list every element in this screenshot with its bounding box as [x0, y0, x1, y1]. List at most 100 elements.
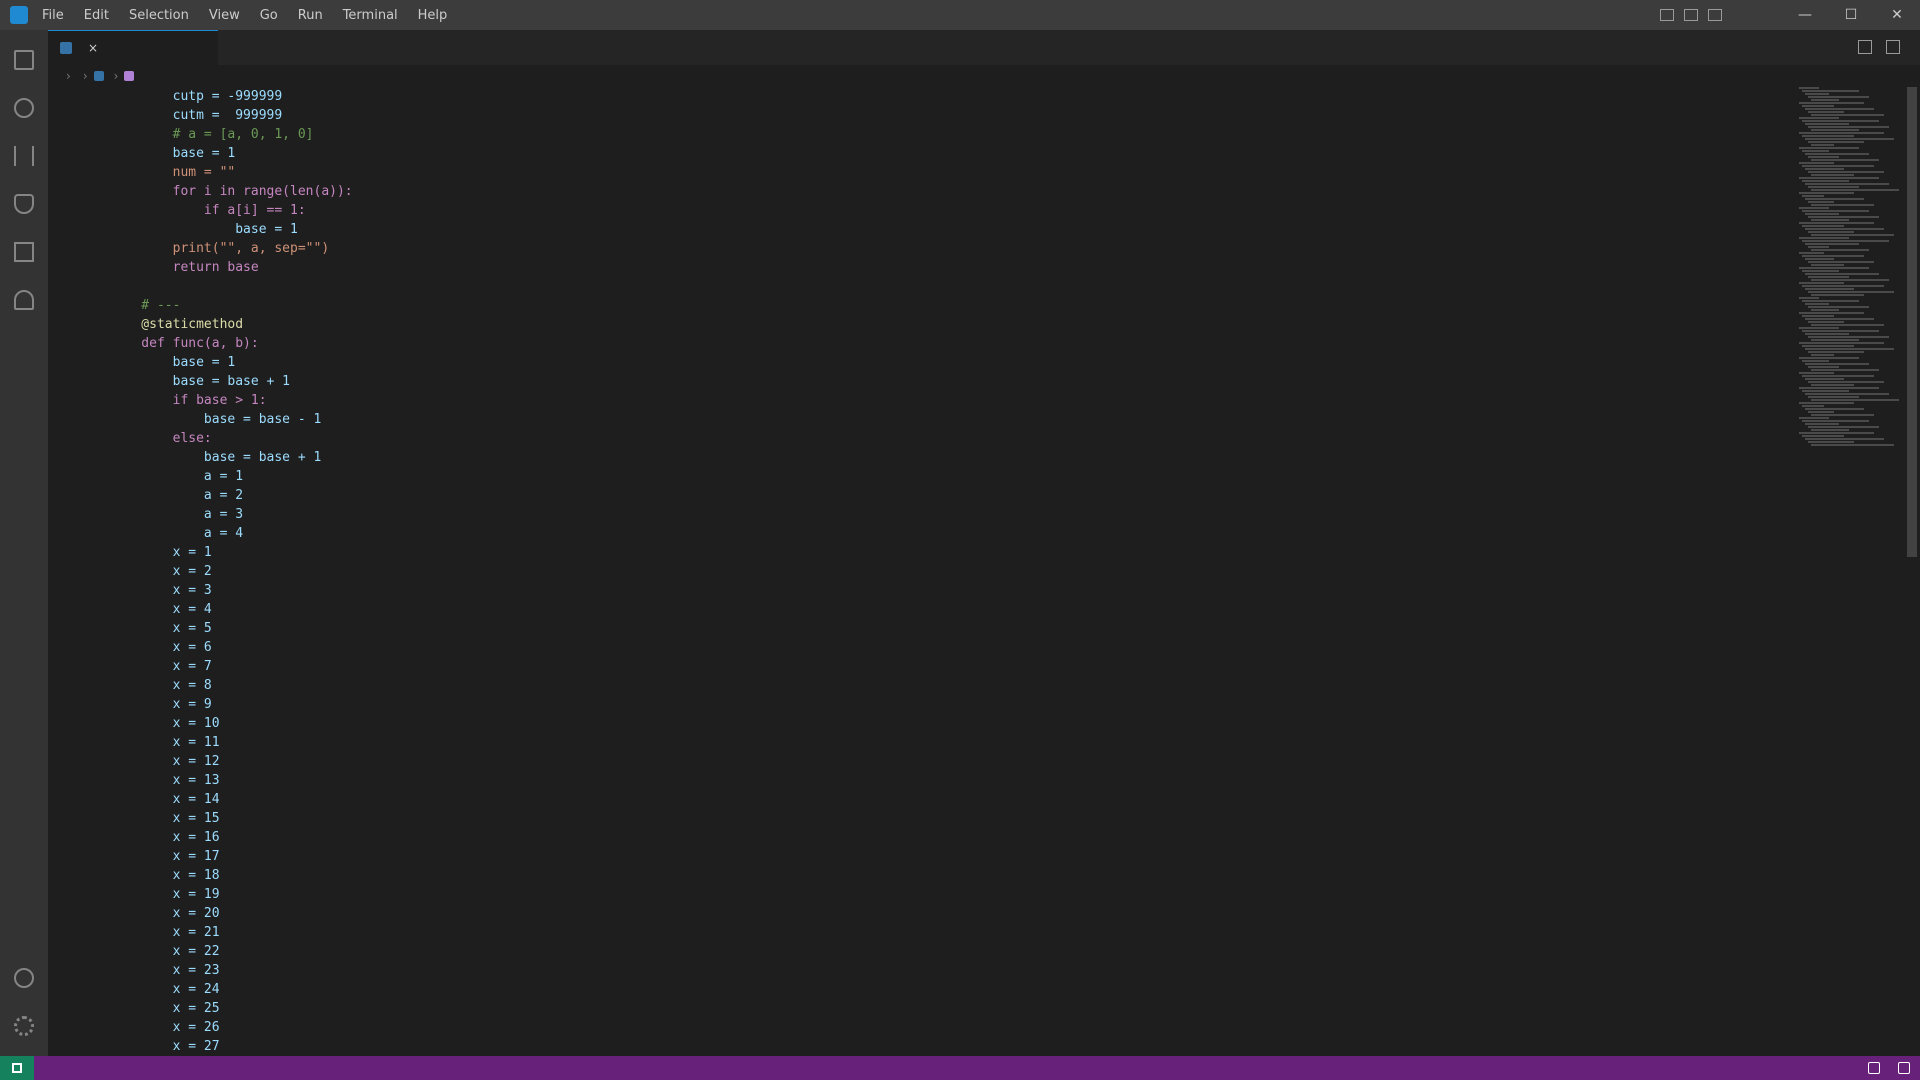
code-line[interactable]: a = 4 — [110, 524, 1790, 543]
code-line[interactable]: x = 4 — [110, 600, 1790, 619]
code-line[interactable]: x = 8 — [110, 676, 1790, 695]
menu-file[interactable]: File — [42, 8, 64, 23]
split-editor-icon[interactable] — [1858, 40, 1872, 54]
code-line[interactable]: x = 11 — [110, 733, 1790, 752]
menu-selection[interactable]: Selection — [129, 8, 189, 23]
code-line[interactable]: cutp = -999999 — [110, 87, 1790, 106]
code-line[interactable]: x = 3 — [110, 581, 1790, 600]
code-editor[interactable]: cutp = -999999 cutm = 999999 # a = [a, 0… — [110, 87, 1790, 1056]
minimap-line — [1808, 246, 1829, 248]
code-line[interactable]: a = 1 — [110, 467, 1790, 486]
toggle-panel-icon[interactable] — [1684, 9, 1698, 21]
gear-icon[interactable] — [14, 1016, 34, 1036]
menu-help[interactable]: Help — [418, 8, 448, 23]
code-line[interactable]: a = 2 — [110, 486, 1790, 505]
account-icon[interactable] — [14, 968, 34, 988]
code-line[interactable]: x = 16 — [110, 828, 1790, 847]
code-line[interactable]: else: — [110, 429, 1790, 448]
minimap-line — [1799, 252, 1824, 254]
scrollbar-thumb[interactable] — [1907, 87, 1917, 557]
code-line[interactable]: for i in range(len(a)): — [110, 182, 1790, 201]
minimap-line — [1799, 237, 1849, 239]
code-line[interactable]: x = 10 — [110, 714, 1790, 733]
menu-go[interactable]: Go — [260, 8, 278, 23]
code-line[interactable]: x = 13 — [110, 771, 1790, 790]
more-actions-icon[interactable] — [1886, 40, 1900, 54]
code-line[interactable]: x = 14 — [110, 790, 1790, 809]
menu-view[interactable]: View — [209, 8, 240, 23]
remote-explorer-icon[interactable] — [14, 290, 34, 310]
code-line[interactable]: x = 9 — [110, 695, 1790, 714]
minimap-line — [1802, 375, 1874, 377]
code-line[interactable]: x = 7 — [110, 657, 1790, 676]
function-symbol-icon — [124, 71, 135, 81]
code-line[interactable]: base = base - 1 — [110, 410, 1790, 429]
code-line[interactable]: x = 15 — [110, 809, 1790, 828]
menu-terminal[interactable]: Terminal — [343, 8, 398, 23]
tab-close-icon[interactable]: × — [88, 41, 98, 55]
code-line[interactable]: x = 6 — [110, 638, 1790, 657]
editor-scrollbar[interactable] — [1905, 87, 1919, 1056]
code-line[interactable] — [110, 277, 1790, 296]
minimap-line — [1799, 132, 1884, 134]
code-line[interactable]: base = 1 — [110, 353, 1790, 372]
extensions-icon[interactable] — [14, 242, 34, 262]
code-line[interactable]: # a = [a, 0, 1, 0] — [110, 125, 1790, 144]
code-line[interactable]: x = 25 — [110, 999, 1790, 1018]
minimap-line — [1805, 348, 1894, 350]
code-line[interactable]: base = 1 — [110, 144, 1790, 163]
code-line[interactable]: def func(a, b): — [110, 334, 1790, 353]
code-line[interactable]: x = 23 — [110, 961, 1790, 980]
code-line[interactable]: x = 5 — [110, 619, 1790, 638]
code-line[interactable]: return base — [110, 258, 1790, 277]
code-line[interactable]: x = 2 — [110, 562, 1790, 581]
minimap-line — [1811, 399, 1899, 401]
minimap[interactable] — [1795, 87, 1905, 1056]
minimap-line — [1805, 333, 1849, 335]
menu-run[interactable]: Run — [298, 8, 323, 23]
code-line[interactable]: base = base + 1 — [110, 372, 1790, 391]
status-right-items — [1868, 1062, 1910, 1074]
code-line[interactable]: x = 1 — [110, 543, 1790, 562]
code-line[interactable]: x = 17 — [110, 847, 1790, 866]
minimap-line — [1802, 225, 1844, 227]
tab-active-file[interactable]: × — [48, 30, 218, 65]
code-line[interactable]: num = "" — [110, 163, 1790, 182]
code-line[interactable]: print("", a, sep="") — [110, 239, 1790, 258]
code-line[interactable]: if a[i] == 1: — [110, 201, 1790, 220]
code-line[interactable]: x = 18 — [110, 866, 1790, 885]
minimap-line — [1805, 273, 1879, 275]
code-line[interactable]: x = 20 — [110, 904, 1790, 923]
code-line[interactable]: x = 24 — [110, 980, 1790, 999]
code-line[interactable]: x = 22 — [110, 942, 1790, 961]
minimap-line — [1811, 189, 1899, 191]
search-icon[interactable] — [14, 98, 34, 118]
toggle-sidebar-icon[interactable] — [1660, 9, 1674, 21]
explorer-icon[interactable] — [14, 50, 34, 70]
code-line[interactable]: # --- — [110, 296, 1790, 315]
code-line[interactable]: cutm = 999999 — [110, 106, 1790, 125]
python-file-icon — [60, 42, 72, 54]
code-line[interactable]: x = 19 — [110, 885, 1790, 904]
close-button[interactable]: ✕ — [1874, 0, 1920, 30]
code-line[interactable]: a = 3 — [110, 505, 1790, 524]
code-line[interactable]: x = 27 — [110, 1037, 1790, 1056]
code-line[interactable]: base = base + 1 — [110, 448, 1790, 467]
code-line[interactable]: x = 26 — [110, 1018, 1790, 1037]
run-debug-icon[interactable] — [14, 194, 34, 214]
remote-indicator[interactable] — [0, 1056, 34, 1080]
customize-layout-icon[interactable] — [1708, 9, 1722, 21]
menu-edit[interactable]: Edit — [84, 8, 109, 23]
code-line[interactable]: x = 21 — [110, 923, 1790, 942]
notifications-bell-icon[interactable] — [1898, 1062, 1910, 1074]
code-line[interactable]: if base > 1: — [110, 391, 1790, 410]
feedback-icon[interactable] — [1868, 1062, 1880, 1074]
maximize-button[interactable]: ☐ — [1828, 0, 1874, 30]
code-line[interactable]: x = 12 — [110, 752, 1790, 771]
minimap-line — [1811, 339, 1859, 341]
code-line[interactable]: base = 1 — [110, 220, 1790, 239]
minimap-line — [1811, 219, 1849, 221]
minimize-button[interactable]: — — [1782, 0, 1828, 30]
code-line[interactable]: @staticmethod — [110, 315, 1790, 334]
source-control-icon[interactable] — [14, 146, 34, 166]
